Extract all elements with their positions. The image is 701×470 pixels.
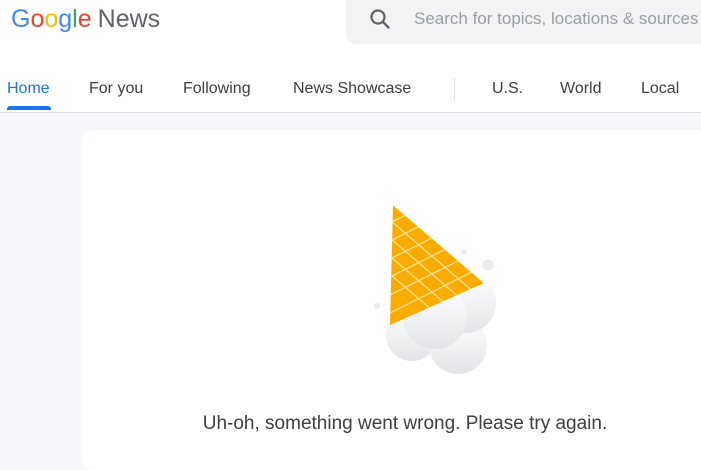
tab-world[interactable]: World <box>560 80 602 98</box>
dropped-ice-cream-icon <box>374 205 496 374</box>
error-message: Uh-oh, something went wrong. Please try … <box>202 413 608 434</box>
active-tab-indicator <box>7 106 51 110</box>
logo-suffix: News <box>97 5 161 33</box>
tab-following[interactable]: Following <box>183 80 251 98</box>
logo-letter: e <box>77 5 92 33</box>
logo-letter: o <box>44 5 59 33</box>
tab-local[interactable]: Local <box>641 80 679 98</box>
tab-home[interactable]: Home <box>7 80 50 98</box>
logo-letter: g <box>58 5 73 33</box>
tab-us[interactable]: U.S. <box>492 80 523 98</box>
top-header: Google News Search for topics, locations … <box>0 0 701 113</box>
nav-tabs: Home For you Following News Showcase U.S… <box>0 72 701 112</box>
logo-letter: o <box>30 5 45 33</box>
tab-divider <box>454 78 455 100</box>
tab-news-showcase[interactable]: News Showcase <box>293 80 411 98</box>
search-icon[interactable] <box>368 7 392 31</box>
logo-letter: G <box>11 5 31 33</box>
google-news-logo[interactable]: Google News <box>11 4 160 34</box>
tab-for-you[interactable]: For you <box>89 80 143 98</box>
search-input[interactable]: Search for topics, locations & sources <box>414 9 698 29</box>
search-bar[interactable]: Search for topics, locations & sources <box>346 0 701 44</box>
